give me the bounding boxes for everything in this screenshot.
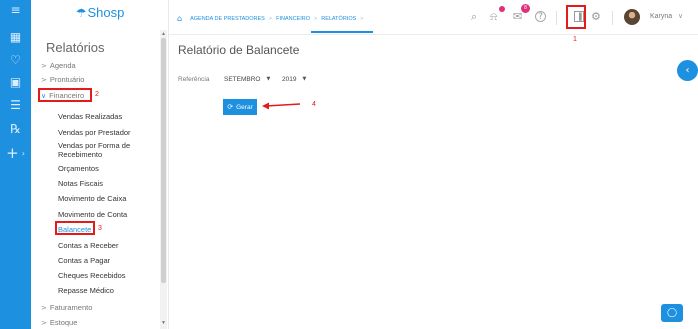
chevron-right-icon: >: [41, 75, 47, 84]
gerar-button-label: Gerar: [236, 103, 253, 111]
sub-item-label-line: Vendas por Forma de: [58, 141, 131, 150]
chevron-down-icon[interactable]: ∨: [678, 12, 683, 20]
annotation-box-reports: [566, 5, 586, 29]
receipt-icon[interactable]: ℞: [0, 120, 31, 138]
logo[interactable]: ☂Shosp: [31, 5, 169, 20]
chevron-left-icon: ‹: [685, 65, 690, 76]
bell-icon[interactable]: ⍾: [490, 10, 497, 24]
chevron-right-icon: >: [41, 61, 47, 70]
sub-item-movimento-caixa[interactable]: Movimento de Caixa: [58, 194, 126, 203]
sub-item-contas-receber[interactable]: Contas a Receber: [58, 241, 118, 250]
sub-item-vendas-prestador[interactable]: Vendas por Prestador: [58, 128, 131, 137]
scroll-up-icon[interactable]: ▲: [161, 31, 166, 37]
sidebar-item-label: Prontuário: [49, 75, 85, 84]
breadcrumb-item-current[interactable]: RELATÓRIOS: [321, 16, 356, 22]
sidebar-item-label: Estoque: [49, 318, 78, 327]
breadcrumb-separator: >: [360, 15, 364, 22]
sidebar-item-label: Faturamento: [49, 303, 93, 312]
year-select-value: 2019: [282, 75, 297, 83]
refresh-icon: ⟳: [227, 103, 234, 111]
annotation-number: 1: [573, 36, 577, 43]
sub-item-repasse-medico[interactable]: Repasse Médico: [58, 286, 114, 295]
caret-down-icon: ▼: [266, 76, 271, 82]
add-glyph: +: [6, 144, 19, 162]
sidebar-item-agenda[interactable]: > Agenda: [41, 61, 76, 70]
sub-item-vendas-realizadas[interactable]: Vendas Realizadas: [58, 112, 122, 121]
chevron-right-icon: >: [41, 303, 47, 312]
user-name[interactable]: Karyna: [650, 13, 672, 20]
caret-down-icon: ▼: [302, 76, 307, 82]
chevron-right-icon: ›: [21, 148, 25, 158]
logo-text: Shosp: [87, 5, 125, 20]
breadcrumb-active-underline: [311, 31, 373, 33]
sub-item-orcamentos[interactable]: Orçamentos: [58, 164, 99, 173]
notification-dot: [499, 6, 505, 12]
breadcrumb: ⌂ AGENDA DE PRESTADORES > FINANCEIRO > R…: [177, 14, 367, 23]
divider: [556, 11, 557, 25]
annotation-box-balancete: [55, 221, 95, 235]
sidebar-item-estoque[interactable]: > Estoque: [41, 318, 77, 327]
gerar-button[interactable]: ⟳ Gerar: [223, 99, 257, 115]
heart-icon[interactable]: ♡: [0, 51, 31, 69]
annotation-number: 3: [98, 225, 102, 232]
breadcrumb-item[interactable]: AGENDA DE PRESTADORES: [190, 16, 265, 22]
help-icon[interactable]: ?: [535, 11, 546, 22]
sub-item-contas-pagar[interactable]: Contas a Pagar: [58, 256, 110, 265]
sidebar-item-prontuario[interactable]: > Prontuário: [41, 75, 84, 84]
chat-icon[interactable]: ✉: [513, 10, 522, 23]
sub-item-cheques-recebidos[interactable]: Cheques Recebidos: [58, 271, 126, 280]
year-select[interactable]: 2019 ▼: [279, 72, 324, 86]
sidebar: ☂Shosp Relatórios > Agenda > Prontuário ∨ F…: [31, 0, 169, 329]
reference-label: Referência: [178, 76, 210, 83]
search-icon[interactable]: ⌕: [471, 10, 477, 24]
calendar-icon[interactable]: ▦: [0, 28, 31, 46]
icon-rail: ≡ ▦ ♡ ▣ ☰ ℞ + ›: [0, 0, 31, 329]
scroll-down-icon[interactable]: ▼: [161, 320, 166, 326]
annotation-box-financeiro: [38, 88, 92, 102]
sidebar-title: Relatórios: [46, 40, 105, 55]
annotation-arrow: [262, 102, 301, 110]
sub-item-label-line: Recebimento: [58, 150, 103, 159]
chevron-right-icon: >: [41, 318, 47, 327]
collapse-panel-button[interactable]: ‹: [677, 60, 698, 81]
sidebar-item-label: Agenda: [49, 61, 76, 70]
home-icon[interactable]: ⌂: [177, 14, 182, 23]
sidebar-scroll-thumb[interactable]: [161, 38, 166, 283]
money-icon[interactable]: ▣: [0, 73, 31, 91]
breadcrumb-separator: >: [268, 15, 273, 22]
sidebar-item-faturamento[interactable]: > Faturamento: [41, 303, 92, 312]
month-select-value: SETEMBRO: [224, 75, 261, 83]
sub-item-notas-fiscais[interactable]: Notas Fiscais: [58, 179, 103, 188]
sub-item-movimento-conta[interactable]: Movimento de Conta: [58, 210, 127, 219]
top-bar: ⌂ AGENDA DE PRESTADORES > FINANCEIRO > R…: [169, 0, 698, 35]
breadcrumb-separator: >: [314, 15, 318, 22]
support-chat-button[interactable]: ◯: [661, 304, 683, 322]
gear-icon[interactable]: ⚙: [591, 10, 601, 23]
annotation-number: 4: [312, 101, 316, 108]
avatar[interactable]: [624, 9, 640, 25]
annotation-number: 2: [95, 91, 99, 98]
page-title: Relatório de Balancete: [178, 43, 300, 57]
add-icon[interactable]: + ›: [0, 144, 31, 162]
menu-icon[interactable]: ≡: [0, 1, 31, 19]
database-icon[interactable]: ☰: [0, 96, 31, 114]
breadcrumb-item[interactable]: FINANCEIRO: [276, 16, 310, 22]
logo-icon: ☂: [75, 6, 87, 20]
divider: [612, 11, 613, 25]
chat-bubble-icon: ◯: [666, 308, 678, 318]
chat-badge: 8: [521, 4, 530, 13]
sub-item-vendas-forma-recebimento[interactable]: Vendas por Forma de Recebimento: [58, 141, 130, 159]
month-select[interactable]: SETEMBRO ▼: [221, 72, 276, 86]
